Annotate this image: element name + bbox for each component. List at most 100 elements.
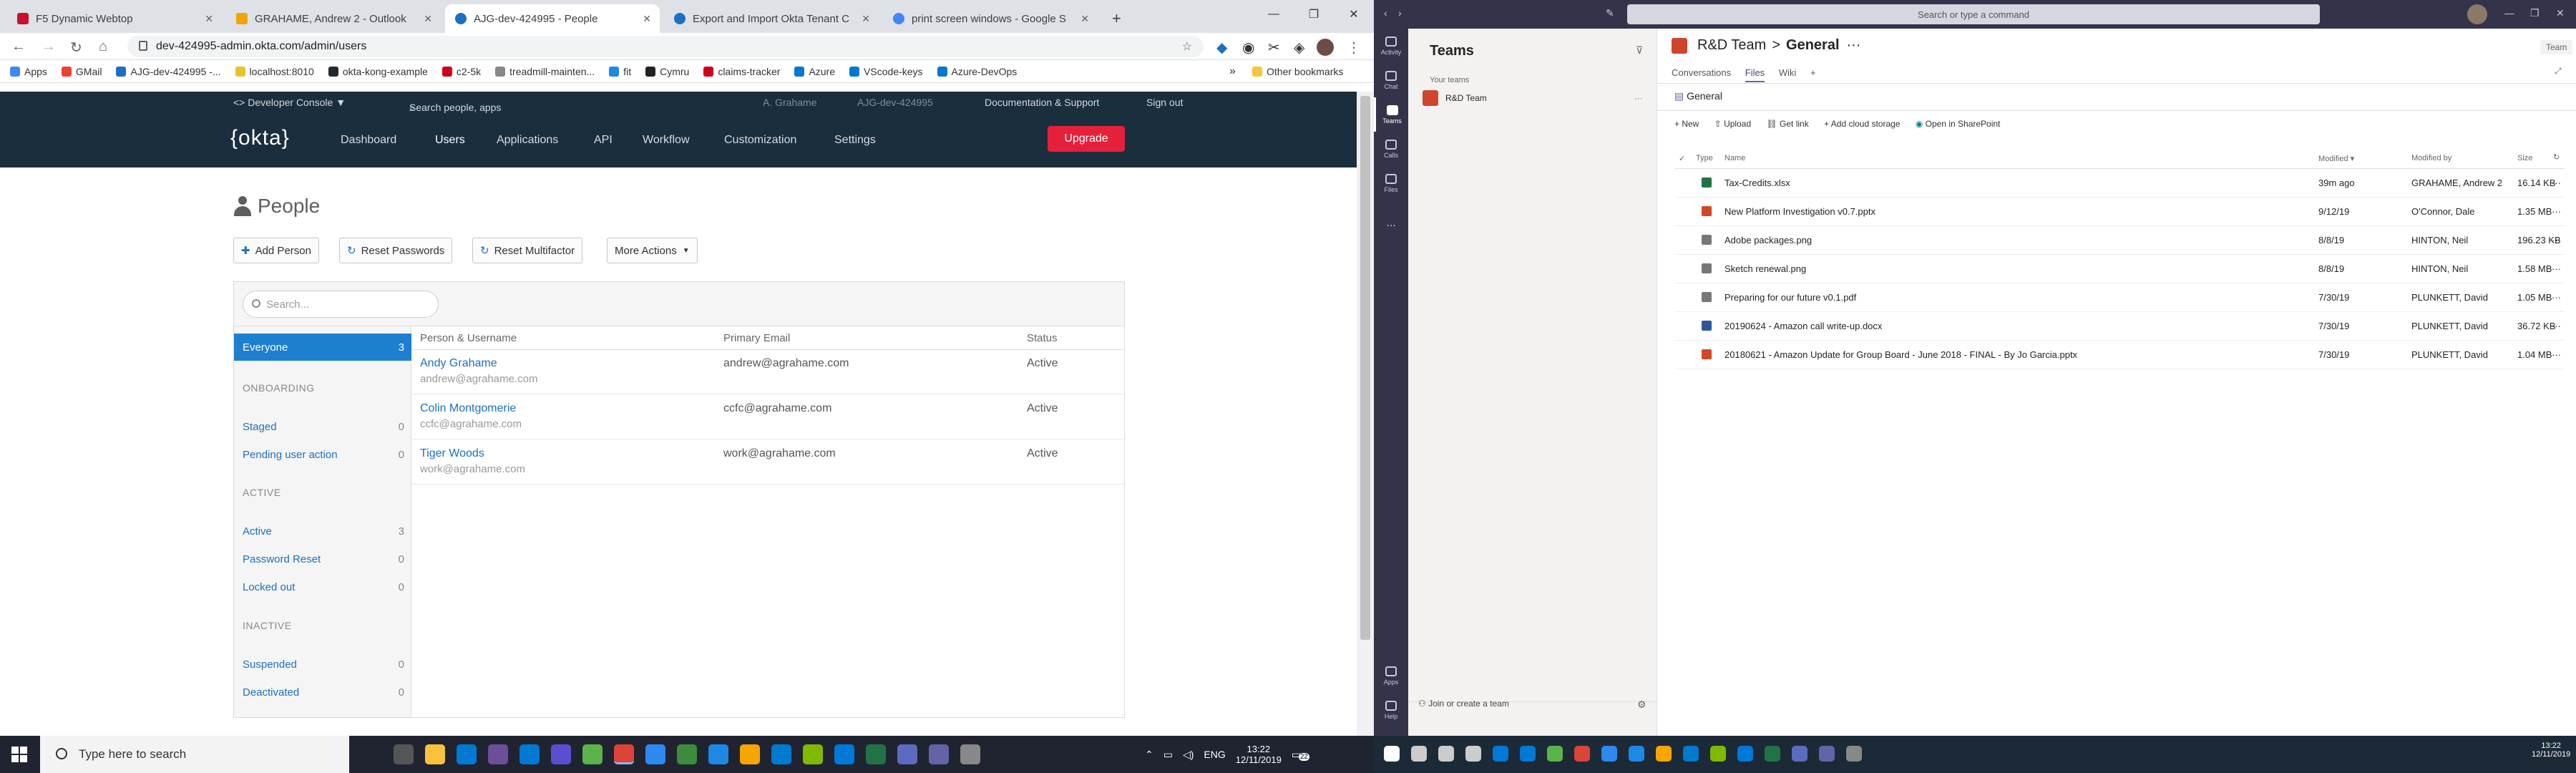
bookmark-star-icon[interactable]: ☆ [1182, 39, 1192, 54]
person-name-link[interactable]: Colin Montgomerie [420, 402, 516, 415]
column-header-email[interactable]: Primary Email [715, 326, 790, 349]
app-icon[interactable] [645, 744, 665, 764]
app-icon[interactable] [1656, 746, 1672, 762]
bookmark-item[interactable]: claims-tracker [703, 66, 780, 77]
browser-tab-f5[interactable]: F5 Dynamic Webtop ✕ [7, 4, 222, 33]
edge-icon[interactable] [1737, 746, 1753, 762]
language-indicator[interactable]: ENG [1204, 749, 1225, 760]
store-icon[interactable] [457, 744, 477, 764]
address-bar[interactable]: dev-424995-admin.okta.com/admin/users ☆ [127, 36, 1204, 57]
restore-icon[interactable]: ❐ [2530, 7, 2540, 19]
file-more-icon[interactable]: ··· [2552, 178, 2561, 188]
table-row[interactable]: Colin Montgomerie ccfc@agrahame.com ccfc@a… [411, 395, 1124, 439]
file-row[interactable]: Adobe packages.png 8/8/19 HINTON, Neil 196.… [1674, 226, 2565, 255]
table-row[interactable]: Andy Grahame andrew@agrahame.com andrew@ag… [411, 350, 1124, 394]
profile-avatar[interactable] [1317, 39, 1334, 56]
filter-icon[interactable]: ⊽ [1636, 44, 1643, 57]
app-icon[interactable] [1846, 746, 1862, 762]
app-icon[interactable] [488, 744, 508, 764]
file-more-icon[interactable]: ··· [2552, 206, 2561, 217]
extension-puzzle-icon[interactable]: ◈ [1294, 39, 1304, 57]
more-actions-button[interactable]: More Actions ▼ [607, 238, 698, 263]
person-name-link[interactable]: Tiger Woods [420, 447, 484, 460]
file-explorer-icon[interactable] [425, 744, 445, 764]
excel-icon[interactable] [1765, 746, 1780, 762]
rail-item[interactable]: Teams [1374, 97, 1408, 132]
rail-item[interactable]: Chat [1374, 63, 1408, 97]
sign-out-link[interactable]: Sign out [1146, 97, 1183, 108]
file-name[interactable]: Preparing for our future v0.1.pdf [1724, 292, 1856, 303]
bookmark-item[interactable]: fit [609, 66, 631, 77]
defender-icon[interactable] [708, 744, 728, 764]
page-scrollbar[interactable] [1357, 92, 1374, 736]
notification-icon[interactable]: ▭ 22 [1292, 749, 1309, 761]
calendar-icon[interactable] [1493, 746, 1508, 762]
tab-files[interactable]: Files [1745, 67, 1765, 82]
rail-item[interactable]: Apps [1374, 658, 1408, 693]
column-header-status[interactable]: Status [1018, 326, 1058, 349]
column-type[interactable]: Type [1696, 154, 1713, 162]
filter-password-reset[interactable]: Password Reset 0 [234, 546, 411, 572]
tab-conversations[interactable]: Conversations [1672, 67, 1731, 78]
person-name-link[interactable]: Andy Grahame [420, 357, 497, 370]
edge-icon[interactable] [834, 744, 854, 764]
filter-pending[interactable]: Pending user action 0 [234, 442, 411, 467]
refresh-icon[interactable]: ↻ [2553, 152, 2560, 162]
file-name[interactable]: Tax-Credits.xlsx [1724, 178, 1790, 188]
notepad-icon[interactable] [1547, 746, 1563, 762]
back-icon[interactable]: ‹ [1384, 7, 1387, 19]
file-more-icon[interactable]: ··· [2552, 321, 2561, 331]
other-bookmarks[interactable]: Other bookmarks [1252, 66, 1343, 77]
get-link-button[interactable]: ⛓ Get link [1766, 119, 1808, 129]
bookmark-item[interactable]: okta-kong-example [328, 66, 428, 77]
browser-tab-okta[interactable]: AJG-dev-424995 - People ✕ [445, 4, 660, 33]
extension-shield-icon[interactable]: ◆ [1216, 39, 1227, 57]
windows-start-icon[interactable] [11, 747, 27, 762]
nav-customization[interactable]: Customization [724, 134, 796, 147]
file-name[interactable]: 20190624 - Amazon call write-up.docx [1724, 321, 1882, 331]
command-box[interactable]: Search or type a command [1627, 4, 2320, 24]
bookmark-item[interactable]: Azure-DevOps [937, 66, 1017, 77]
app-icon[interactable] [897, 744, 917, 764]
breadcrumb-team[interactable]: R&D Team [1697, 37, 1766, 54]
search-icon[interactable] [1411, 746, 1427, 762]
filter-everyone[interactable]: Everyone 3 [234, 334, 411, 361]
rail-item[interactable]: ... [1374, 206, 1408, 240]
file-name[interactable]: Adobe packages.png [1724, 235, 1812, 245]
reload-icon[interactable]: ↻ [70, 39, 82, 57]
chrome-menu-icon[interactable]: ⋮ [1347, 39, 1361, 57]
excel-icon[interactable] [866, 744, 886, 764]
filter-staged[interactable]: Staged 0 [234, 414, 411, 439]
file-name[interactable]: 20180621 - Amazon Update for Group Board… [1724, 349, 2077, 360]
file-name[interactable]: New Platform Investigation v0.7.pptx [1724, 206, 1875, 217]
app-icon[interactable] [677, 744, 697, 764]
column-size[interactable]: Size [2517, 154, 2532, 162]
column-name[interactable]: Name [1724, 154, 1745, 162]
taskbar-clock[interactable]: 13:22 12/11/2019 [2532, 742, 2570, 759]
new-tab-button[interactable]: + [1102, 4, 1131, 33]
file-more-icon[interactable]: ··· [2552, 292, 2561, 303]
nav-workflow[interactable]: Workflow [643, 134, 690, 147]
notepad-icon[interactable] [582, 744, 602, 764]
developer-console-menu[interactable]: <> Developer Console ▼ [233, 97, 346, 108]
close-tab-icon[interactable]: ✕ [205, 13, 213, 25]
close-tab-icon[interactable]: ✕ [643, 13, 651, 25]
filter-deactivated[interactable]: Deactivated 0 [234, 679, 411, 705]
close-tab-icon[interactable]: ✕ [862, 13, 870, 25]
cortana-icon[interactable] [362, 744, 382, 764]
bookmark-item[interactable]: GMail [61, 66, 102, 77]
app-icon[interactable] [551, 744, 571, 764]
add-tab-button[interactable]: + [1810, 67, 1816, 78]
more-bookmarks-icon[interactable]: » [1229, 65, 1236, 78]
nav-dashboard[interactable]: Dashboard [341, 134, 396, 147]
taskbar-clock[interactable]: 13:22 12/11/2019 [1236, 744, 1282, 765]
rail-item[interactable]: Calls [1374, 132, 1408, 166]
more-options-icon[interactable]: ··· [1634, 93, 1643, 103]
okta-logo[interactable]: {okta} [230, 126, 290, 150]
rail-item[interactable]: Help [1374, 693, 1408, 727]
forward-icon[interactable]: → [42, 39, 56, 55]
citrix-icon[interactable] [1520, 746, 1536, 762]
browser-tab-outlook[interactable]: GRAHAME, Andrew 2 - Outlook ✕ [226, 4, 441, 33]
nav-settings[interactable]: Settings [834, 134, 876, 147]
file-more-icon[interactable]: ··· [2552, 263, 2561, 274]
